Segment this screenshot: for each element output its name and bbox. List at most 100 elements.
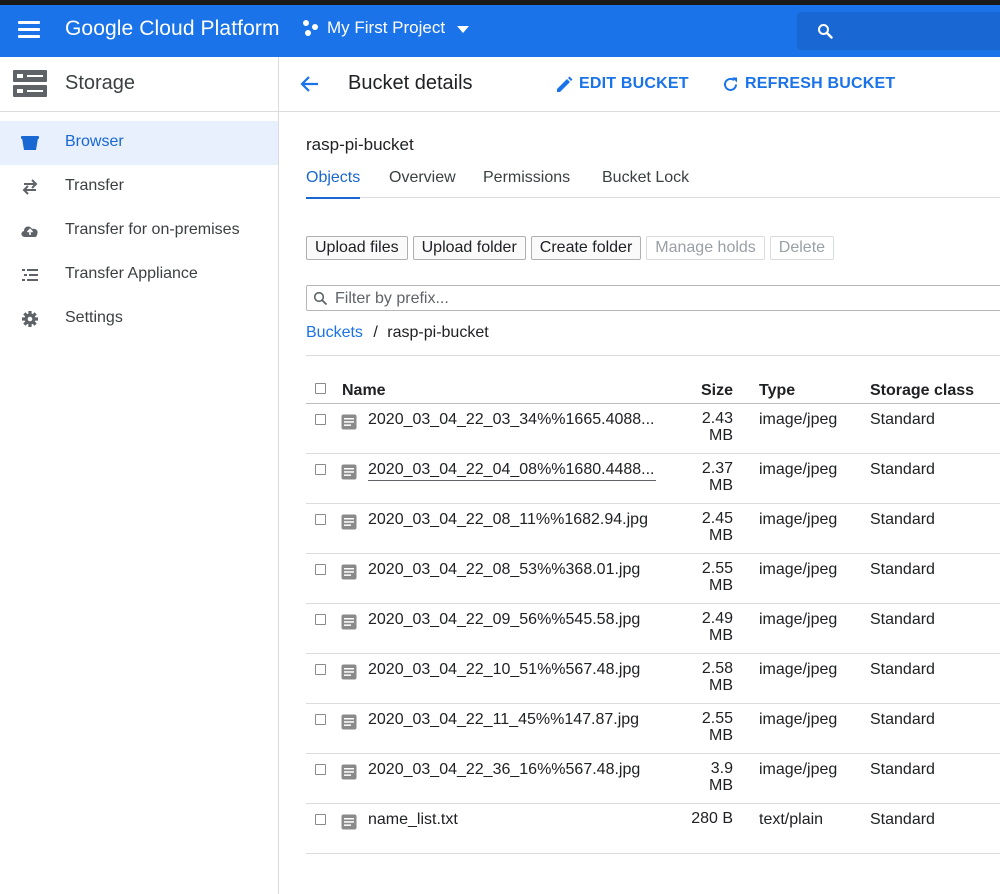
row-checkbox[interactable] — [315, 614, 326, 625]
sidebar-item-transfer-on-premises[interactable]: Transfer for on-premises — [0, 209, 278, 253]
breadcrumb-buckets-link[interactable]: Buckets — [306, 324, 363, 341]
size-unit: MB — [709, 627, 733, 644]
page-title: Bucket details — [348, 72, 473, 94]
object-name-link[interactable]: 2020_03_04_22_08_11%%1682.94.jpg — [368, 511, 656, 529]
object-type: image/jpeg — [759, 411, 838, 428]
object-type: image/jpeg — [759, 461, 838, 478]
breadcrumb-separator: / — [373, 324, 378, 341]
column-header-size[interactable]: Size — [681, 382, 733, 400]
gear-icon — [22, 311, 38, 327]
object-storage-class: Standard — [870, 411, 935, 428]
row-checkbox[interactable] — [315, 564, 326, 575]
object-name-link[interactable]: 2020_03_04_22_04_08%%1680.4488... — [368, 461, 656, 481]
row-checkbox[interactable] — [315, 664, 326, 675]
object-name-link[interactable]: 2020_03_04_22_36_16%%567.48.jpg — [368, 761, 656, 779]
row-checkbox[interactable] — [315, 514, 326, 525]
row-checkbox[interactable] — [315, 414, 326, 425]
file-icon — [341, 814, 357, 835]
tab-objects[interactable]: Objects — [306, 169, 361, 199]
breadcrumb: Buckets / rasp-pi-bucket — [306, 324, 489, 342]
size-unit: MB — [709, 727, 733, 744]
objects-table: Name Size Type Storage class ┃ 2020_03_0… — [306, 375, 1000, 854]
edit-bucket-button[interactable]: EDIT BUCKET — [556, 75, 689, 93]
upload-folder-button[interactable]: Upload folder — [412, 236, 526, 260]
object-storage-class: Standard — [870, 561, 935, 578]
manage-holds-button[interactable]: Manage holds — [646, 236, 765, 260]
file-icon — [341, 414, 357, 435]
back-arrow-icon[interactable] — [299, 73, 321, 95]
create-folder-button[interactable]: Create folder — [530, 236, 642, 260]
object-name-link[interactable]: name_list.txt — [368, 811, 656, 829]
object-name-link[interactable]: 2020_03_04_22_08_53%%368.01.jpg — [368, 561, 656, 579]
table-body: 2020_03_04_22_03_34%%1665.4088... 2.43 MB i… — [306, 404, 1000, 854]
object-name-link[interactable]: 2020_03_04_22_10_51%%567.48.jpg — [368, 661, 656, 679]
object-size: 2.45 MB — [681, 510, 733, 544]
object-size: 2.49 MB — [681, 610, 733, 644]
object-storage-class: Standard — [870, 511, 935, 528]
object-size: 3.9 MB — [681, 760, 733, 794]
file-icon — [341, 564, 357, 585]
size-value: 2.55 — [701, 710, 733, 727]
size-value: 280 B — [691, 810, 733, 827]
swap-arrows-icon — [22, 179, 38, 195]
sidebar-item-transfer-appliance[interactable]: Transfer Appliance — [0, 253, 278, 297]
search-icon — [313, 291, 328, 306]
object-name-link[interactable]: 2020_03_04_22_09_56%%545.58.jpg — [368, 611, 656, 629]
object-type: image/jpeg — [759, 511, 838, 528]
delete-button[interactable]: Delete — [769, 236, 835, 260]
object-type: image/jpeg — [759, 661, 838, 678]
refresh-bucket-button[interactable]: REFRESH BUCKET — [722, 75, 895, 93]
row-checkbox[interactable] — [315, 814, 326, 825]
search-icon — [818, 24, 833, 39]
file-icon — [341, 664, 357, 685]
object-name-link[interactable]: 2020_03_04_22_11_45%%147.87.jpg — [368, 711, 656, 729]
object-size: 2.55 MB — [681, 710, 733, 744]
table-row[interactable]: 2020_03_04_22_08_53%%368.01.jpg 2.55 MB ima… — [306, 554, 1000, 604]
object-size: 2.55 MB — [681, 560, 733, 594]
refresh-bucket-label: REFRESH BUCKET — [745, 75, 896, 92]
size-unit: MB — [709, 577, 733, 594]
filter-box — [306, 285, 1000, 311]
column-header-storage-class[interactable]: Storage class — [870, 382, 974, 400]
pencil-icon — [557, 76, 573, 92]
row-checkbox[interactable] — [315, 714, 326, 725]
object-type: image/jpeg — [759, 561, 838, 578]
object-name-link[interactable]: 2020_03_04_22_03_34%%1665.4088... — [368, 411, 656, 429]
search-bar[interactable] — [797, 12, 1000, 50]
page-toolbar: Bucket details EDIT BUCKET REFRESH BUCKE… — [279, 57, 1000, 112]
row-checkbox[interactable] — [315, 764, 326, 775]
table-row[interactable]: 2020_03_04_22_03_34%%1665.4088... 2.43 MB i… — [306, 404, 1000, 454]
sidebar-item-settings[interactable]: Settings — [0, 297, 278, 341]
object-storage-class: Standard — [870, 761, 935, 778]
object-type: text/plain — [759, 811, 824, 828]
select-all-checkbox[interactable] — [315, 383, 326, 394]
tab-permissions[interactable]: Permissions — [483, 169, 570, 197]
hamburger-menu-icon[interactable] — [18, 21, 40, 41]
file-icon — [341, 714, 357, 735]
column-header-type[interactable]: Type — [759, 382, 795, 400]
table-row[interactable]: name_list.txt 280 B text/plain Standard — [306, 804, 1000, 854]
tab-bucket-lock[interactable]: Bucket Lock — [602, 169, 689, 197]
file-icon — [341, 514, 357, 535]
object-storage-class: Standard — [870, 661, 935, 678]
row-checkbox[interactable] — [315, 464, 326, 475]
column-header-name[interactable]: Name — [342, 382, 630, 400]
size-unit: MB — [709, 777, 733, 794]
table-row[interactable]: 2020_03_04_22_04_08%%1680.4488... 2.37 MB i… — [306, 454, 1000, 504]
tab-overview[interactable]: Overview — [389, 169, 456, 197]
sidebar-item-transfer[interactable]: Transfer — [0, 165, 278, 209]
table-row[interactable]: 2020_03_04_22_36_16%%567.48.jpg 3.9 MB imag… — [306, 754, 1000, 804]
table-row[interactable]: 2020_03_04_22_10_51%%567.48.jpg 2.58 MB ima… — [306, 654, 1000, 704]
size-value: 2.45 — [701, 510, 733, 527]
upload-files-button[interactable]: Upload files — [306, 236, 408, 260]
divider — [306, 355, 1000, 356]
table-row[interactable]: 2020_03_04_22_09_56%%545.58.jpg 2.49 MB ima… — [306, 604, 1000, 654]
table-row[interactable]: 2020_03_04_22_11_45%%147.87.jpg 2.55 MB ima… — [306, 704, 1000, 754]
product-brand[interactable]: Google Cloud Platform — [65, 17, 280, 41]
sidebar-item-browser[interactable]: Browser — [0, 121, 278, 165]
table-row[interactable]: 2020_03_04_22_08_11%%1682.94.jpg 2.45 MB im… — [306, 504, 1000, 554]
object-storage-class: Standard — [870, 811, 935, 828]
project-selector[interactable]: My First Project — [303, 18, 470, 38]
filter-input[interactable] — [333, 288, 987, 310]
size-unit: MB — [709, 427, 733, 444]
